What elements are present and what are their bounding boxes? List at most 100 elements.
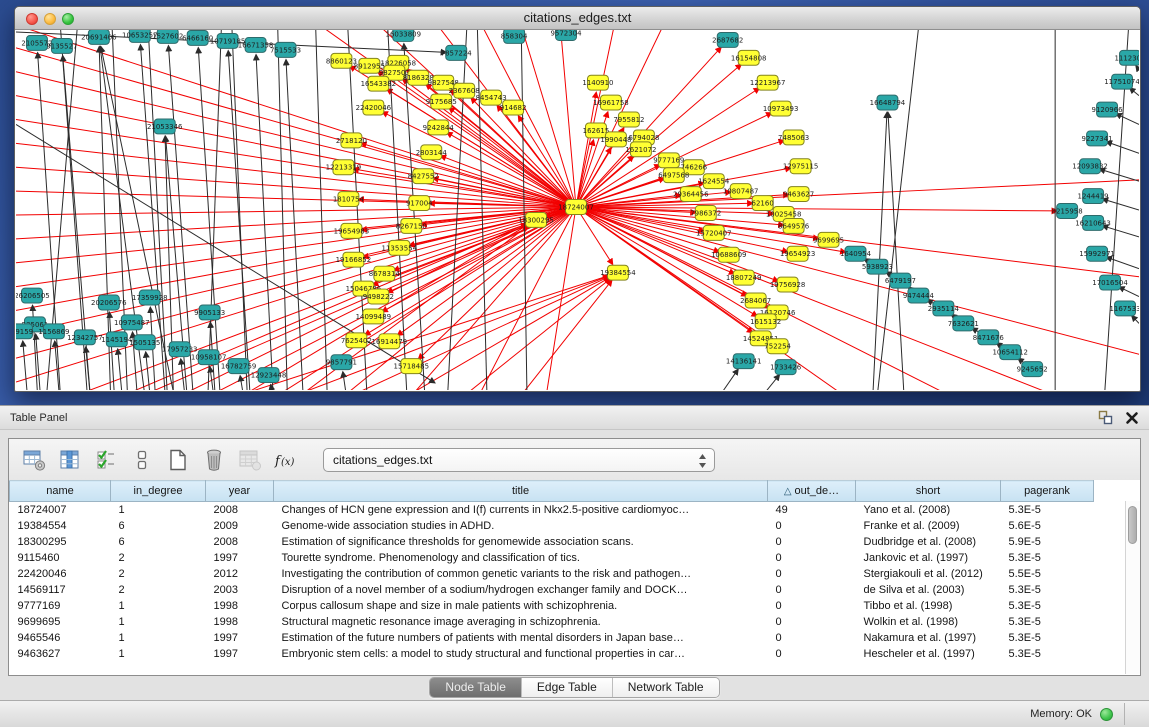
graph-node[interactable]: 1145194 [101,332,133,347]
graph-node[interactable]: 21053346 [147,119,183,134]
graph-node[interactable]: 14136141 [726,354,762,369]
graph-node[interactable]: 16033809 [386,30,422,41]
graph-node[interactable]: 858304 [501,30,528,43]
table-row[interactable]: 946554611997Estimation of the future num… [10,630,1094,646]
graph-node[interactable]: 17016504 [1092,275,1128,290]
graph-node[interactable]: 1167533 [1109,301,1139,316]
graph-node[interactable]: 62160 [752,196,774,211]
graph-node[interactable]: 9474444 [903,288,935,303]
graph-node[interactable]: 8678314 [369,266,401,281]
column-header-out_de[interactable]: △out_de… [768,481,856,502]
column-header-year[interactable]: year [206,481,274,502]
graph-node[interactable]: 7857224 [441,45,473,60]
graph-node[interactable]: 10654112 [992,345,1028,360]
close-panel-icon[interactable] [1125,411,1139,425]
graph-node[interactable]: 16210643 [1075,215,1111,230]
memory-status-indicator[interactable] [1100,708,1113,721]
graph-node[interactable]: 8454743 [476,90,507,105]
graph-node[interactable]: 1810754 [333,192,365,207]
scrollbar-thumb[interactable] [1128,506,1137,544]
graph-node[interactable]: 39159 [16,324,33,339]
graph-node[interactable]: 2935114 [928,301,960,316]
graph-node[interactable]: 917004 [406,196,433,211]
delete-table-icon[interactable] [235,445,265,475]
graph-node[interactable]: 20206576 [91,295,127,310]
window-titlebar[interactable]: citations_edges.txt [15,7,1140,30]
table-selector-dropdown[interactable]: citations_edges.txt [323,448,715,472]
table-row[interactable]: 969969511998Structural magnetic resonanc… [10,614,1094,630]
graph-node[interactable]: 1112304 [1114,50,1139,65]
table-row[interactable]: 1872400712008Changes of HCN gene express… [10,502,1094,518]
graph-node[interactable]: 1527602 [152,30,183,43]
network-graph[interactable]: 1872400721055729135527206914061065325715… [16,30,1139,390]
graph-node[interactable]: 10973493 [763,101,799,116]
graph-node[interactable]: 1244419 [1078,189,1109,204]
graph-node[interactable]: 7485063 [778,130,809,145]
graph-node[interactable]: 9245652 [1017,362,1048,377]
table-row[interactable]: 977716911998Corpus callosum shape and si… [10,598,1094,614]
table-row[interactable]: 1830029562008Estimation of significance … [10,534,1094,550]
graph-node[interactable]: 8267150 [396,218,427,233]
select-columns-icon[interactable] [91,445,121,475]
graph-node[interactable]: 11751074 [1104,74,1139,89]
graph-node[interactable]: 2803144 [416,145,448,160]
graph-node[interactable]: 6466160 [182,30,213,45]
network-graph-canvas[interactable]: 1872400721055729135527206914061065325715… [16,30,1139,390]
graph-node[interactable]: 14099489 [356,309,392,324]
graph-node[interactable]: 9699695 [813,232,844,247]
graph-node[interactable]: 9572304 [550,30,582,40]
graph-node[interactable]: 1640954 [840,246,872,261]
graph-node[interactable]: 1624554 [698,174,730,189]
graph-node[interactable]: 7632621 [948,316,979,331]
new-column-icon[interactable] [163,445,193,475]
tab-edge-table[interactable]: Edge Table [521,678,612,697]
graph-node[interactable]: 8860123 [326,53,357,68]
graph-node[interactable]: 12975115 [783,159,819,174]
graph-node[interactable]: 9242844 [423,120,455,135]
column-header-short[interactable]: short [856,481,1001,502]
graph-node[interactable]: 16154808 [731,50,767,65]
graph-node[interactable]: 9227341 [1082,131,1113,146]
graph-node[interactable]: 1140910 [582,75,613,90]
graph-node[interactable]: 22420046 [356,100,392,115]
graph-node[interactable]: 7955812 [613,112,644,127]
tab-node-table[interactable]: Node Table [430,678,521,697]
graph-node[interactable]: 20691406 [81,30,117,44]
table-row[interactable]: 2242004622012Investigating the contribut… [10,566,1094,582]
column-header-title[interactable]: title [274,481,768,502]
table-row[interactable]: 1938455462009Genome-wide association stu… [10,518,1094,534]
graph-node[interactable]: 9463627 [783,187,814,202]
graph-node[interactable]: 2718120 [336,133,367,148]
graph-node[interactable]: 16914479 [372,334,408,349]
graph-node[interactable]: 914682 [500,100,527,115]
graph-node[interactable]: 8215958 [1052,204,1083,219]
table-row[interactable]: 911546021997Tourette syndrome. Phenomeno… [10,550,1094,566]
tab-network-table[interactable]: Network Table [612,678,719,697]
table-settings-icon[interactable] [19,445,49,475]
graph-node[interactable]: 8471676 [973,330,1004,345]
table-row[interactable]: 1456911722003Disruption of a novel membe… [10,582,1094,598]
column-header-in_degree[interactable]: in_degree [111,481,206,502]
graph-node[interactable]: 2687682 [712,32,743,47]
graph-node[interactable]: 19654923 [780,246,816,261]
delete-column-icon[interactable] [199,445,229,475]
function-builder-icon[interactable]: f (x) [271,445,301,475]
column-header-pagerank[interactable]: pagerank [1001,481,1094,502]
graph-node[interactable]: 26206505 [16,288,50,303]
graph-node[interactable]: 16648794 [870,95,906,110]
show-columns-icon[interactable] [55,445,85,475]
graph-node[interactable]: 10688609 [711,247,747,262]
graph-node[interactable]: 10975487 [114,315,150,330]
column-pair-icon[interactable] [127,445,157,475]
graph-node[interactable]: 12213967 [750,75,786,90]
graph-node[interactable]: 19654983 [334,223,370,238]
graph-node[interactable]: 15992971 [1079,246,1115,261]
column-header-name[interactable]: name [10,481,111,502]
table-row[interactable]: 946362711997Embryonic stem cells: a mode… [10,646,1094,662]
graph-node[interactable]: 19756928 [770,277,806,292]
vertical-scrollbar[interactable] [1125,501,1140,674]
graph-node[interactable]: 752254 [764,339,791,354]
graph-node[interactable]: 11353554 [382,240,418,255]
graph-node[interactable]: 12093832 [1072,159,1108,174]
float-panel-icon[interactable] [1098,410,1113,425]
